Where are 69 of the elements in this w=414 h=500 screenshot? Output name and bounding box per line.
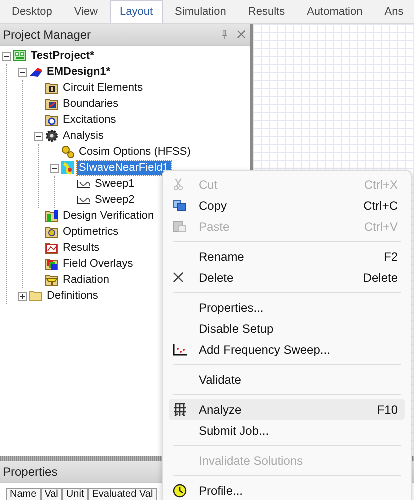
tree-item[interactable]: Definitions xyxy=(45,289,100,303)
tree-item[interactable]: Boundaries xyxy=(61,97,121,111)
menu-item[interactable]: Copy Ctrl+C xyxy=(169,195,405,216)
optimetrics-icon xyxy=(45,225,59,239)
tree-item[interactable]: EMDesign1* xyxy=(45,65,113,79)
tree-item[interactable]: Radiation xyxy=(61,273,112,287)
delete-icon xyxy=(173,272,184,283)
circuit-icon xyxy=(45,81,59,95)
ribbon-tab[interactable]: Ans xyxy=(374,0,414,23)
menu-item[interactable]: Disable Setup xyxy=(169,318,405,339)
ribbon-tab[interactable]: Simulation xyxy=(165,0,236,23)
tree-item[interactable]: Analysis xyxy=(61,129,106,143)
chart-icon xyxy=(173,344,187,356)
expand-toggle[interactable] xyxy=(18,292,27,300)
tree-item[interactable]: Sweep2 xyxy=(93,193,137,207)
gear-icon xyxy=(45,129,59,143)
ribbon-tab[interactable]: Layout xyxy=(110,0,164,23)
folder-icon xyxy=(29,289,43,303)
design-icon xyxy=(29,65,43,79)
setup-icon xyxy=(61,161,75,175)
results-icon xyxy=(45,241,59,255)
overlays-icon xyxy=(45,257,59,271)
tree-item[interactable]: SIwaveNearField1 xyxy=(77,161,171,175)
ribbon-tab[interactable]: Desktop xyxy=(2,0,62,23)
tree-item[interactable]: Excitations xyxy=(61,113,118,127)
tree-item[interactable]: Design Verification xyxy=(61,209,156,223)
analyze-icon xyxy=(173,402,187,416)
sweep-icon xyxy=(77,177,91,191)
column-header[interactable]: Val xyxy=(40,488,62,500)
scissors-icon xyxy=(173,178,184,191)
collapse-toggle[interactable] xyxy=(34,132,43,140)
menu-item[interactable]: Add Frequency Sweep... xyxy=(169,339,405,360)
collapse-toggle[interactable] xyxy=(18,68,27,76)
tree-item[interactable]: Field Overlays xyxy=(61,257,136,271)
tree-item[interactable]: Results xyxy=(61,241,102,255)
project-icon xyxy=(13,49,27,63)
copy-icon xyxy=(173,200,187,212)
panel-title: Properties xyxy=(3,464,59,478)
menu-item[interactable]: Delete Delete xyxy=(169,267,405,288)
radiation-icon xyxy=(45,273,59,287)
menu-item[interactable]: Properties... xyxy=(169,297,405,318)
menu-item[interactable]: Validate xyxy=(169,369,405,390)
close-icon[interactable] xyxy=(237,30,246,39)
column-header[interactable]: Name xyxy=(6,488,41,500)
tree-item[interactable]: Sweep1 xyxy=(93,177,137,191)
clock-icon xyxy=(173,484,187,498)
menu-item[interactable]: Analyze F10 xyxy=(169,399,405,420)
column-header[interactable]: Unit xyxy=(62,488,88,500)
boundaries-icon xyxy=(45,97,59,111)
column-header[interactable]: Evaluated Val xyxy=(88,488,158,500)
excitations-icon xyxy=(45,113,59,127)
gears-icon xyxy=(61,145,75,159)
tree-item[interactable]: Circuit Elements xyxy=(61,81,146,95)
tree-item[interactable]: Cosim Options (HFSS) xyxy=(77,145,193,159)
tree-item[interactable]: Optimetrics xyxy=(61,225,121,239)
collapse-toggle[interactable] xyxy=(2,52,11,60)
menu-item[interactable]: Submit Job... xyxy=(169,420,405,441)
ribbon-tab[interactable]: View xyxy=(64,0,108,23)
menu-item[interactable]: Profile... xyxy=(169,480,405,500)
pin-icon[interactable] xyxy=(221,30,229,40)
tree-item[interactable]: TestProject* xyxy=(29,49,96,63)
ribbon-tab[interactable]: Results xyxy=(238,0,296,23)
collapse-toggle[interactable] xyxy=(50,164,59,172)
menu-item[interactable]: Rename F2 xyxy=(169,246,405,267)
panel-title: Project Manager xyxy=(3,28,92,42)
clipboard-icon xyxy=(173,220,187,233)
verification-icon xyxy=(45,209,59,223)
ribbon-tab[interactable]: Automation xyxy=(297,0,373,23)
sweep-icon xyxy=(77,193,91,207)
